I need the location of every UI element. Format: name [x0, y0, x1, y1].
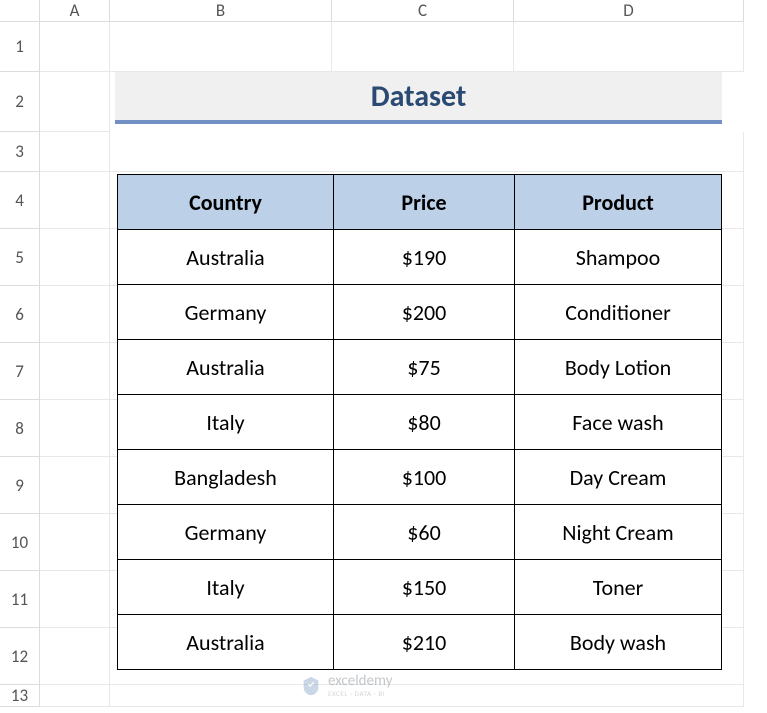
cell-A10[interactable] — [40, 514, 110, 571]
row-header-11[interactable]: 11 — [0, 571, 40, 628]
row-header-3[interactable]: 3 — [0, 132, 40, 172]
table-row: Australia $190 Shampoo — [117, 230, 722, 285]
td-price[interactable]: $75 — [334, 340, 515, 395]
td-price[interactable]: $200 — [334, 285, 515, 340]
row-header-10[interactable]: 10 — [0, 514, 40, 571]
row-header-2[interactable]: 2 — [0, 72, 40, 132]
table-row: Australia $75 Body Lotion — [117, 340, 722, 395]
th-country[interactable]: Country — [117, 174, 334, 230]
td-product[interactable]: Night Cream — [515, 505, 722, 560]
td-country[interactable]: Australia — [117, 615, 334, 670]
row-header-6[interactable]: 6 — [0, 286, 40, 343]
td-product[interactable]: Day Cream — [515, 450, 722, 505]
cell-A12[interactable] — [40, 628, 110, 685]
col-header-B[interactable]: B — [110, 0, 332, 22]
table-row: Italy $80 Face wash — [117, 395, 722, 450]
cell-B13D13[interactable] — [110, 685, 744, 707]
td-price[interactable]: $100 — [334, 450, 515, 505]
td-product[interactable]: Body Lotion — [515, 340, 722, 395]
td-country[interactable]: Australia — [117, 230, 334, 285]
col-header-C[interactable]: C — [332, 0, 514, 22]
td-product[interactable]: Conditioner — [515, 285, 722, 340]
cell-C1[interactable] — [332, 22, 514, 72]
td-country[interactable]: Australia — [117, 340, 334, 395]
col-header-D[interactable]: D — [514, 0, 744, 22]
td-country[interactable]: Germany — [117, 505, 334, 560]
row-header-9[interactable]: 9 — [0, 457, 40, 514]
row-header-13[interactable]: 13 — [0, 685, 40, 707]
td-product[interactable]: Body wash — [515, 615, 722, 670]
cell-B1[interactable] — [110, 22, 332, 72]
table-row: Australia $210 Body wash — [117, 615, 722, 670]
td-price[interactable]: $150 — [334, 560, 515, 615]
td-product[interactable]: Toner — [515, 560, 722, 615]
logo-icon — [300, 675, 322, 697]
cell-A13[interactable] — [40, 685, 110, 707]
row-header-12[interactable]: 12 — [0, 628, 40, 685]
table-row: Germany $60 Night Cream — [117, 505, 722, 560]
td-product[interactable]: Face wash — [515, 395, 722, 450]
table-row: Bangladesh $100 Day Cream — [117, 450, 722, 505]
watermark-name: exceldemy — [328, 674, 392, 689]
td-price[interactable]: $80 — [334, 395, 515, 450]
select-all-corner[interactable] — [0, 0, 40, 22]
col-header-A[interactable]: A — [40, 0, 110, 22]
data-table: Country Price Product Australia $190 Sha… — [117, 174, 722, 670]
cell-A5[interactable] — [40, 229, 110, 286]
cell-A11[interactable] — [40, 571, 110, 628]
row-header-1[interactable]: 1 — [0, 22, 40, 72]
page-title[interactable]: Dataset — [115, 72, 722, 124]
cell-B3D3[interactable] — [110, 132, 744, 172]
watermark: exceldemy EXCEL · DATA · BI — [300, 674, 392, 698]
watermark-sub: EXCEL · DATA · BI — [328, 689, 392, 698]
td-country[interactable]: Italy — [117, 560, 334, 615]
cell-A6[interactable] — [40, 286, 110, 343]
table-row: Italy $150 Toner — [117, 560, 722, 615]
cell-A9[interactable] — [40, 457, 110, 514]
th-product[interactable]: Product — [515, 174, 722, 230]
cell-A4[interactable] — [40, 172, 110, 229]
cell-A1[interactable] — [40, 22, 110, 72]
cell-A8[interactable] — [40, 400, 110, 457]
row-header-5[interactable]: 5 — [0, 229, 40, 286]
row-header-8[interactable]: 8 — [0, 400, 40, 457]
table-header-row: Country Price Product — [117, 174, 722, 230]
td-price[interactable]: $60 — [334, 505, 515, 560]
row-header-7[interactable]: 7 — [0, 343, 40, 400]
cell-A7[interactable] — [40, 343, 110, 400]
td-country[interactable]: Italy — [117, 395, 334, 450]
td-price[interactable]: $190 — [334, 230, 515, 285]
table-row: Germany $200 Conditioner — [117, 285, 722, 340]
td-country[interactable]: Bangladesh — [117, 450, 334, 505]
td-country[interactable]: Germany — [117, 285, 334, 340]
cell-A2[interactable] — [40, 72, 110, 132]
td-product[interactable]: Shampoo — [515, 230, 722, 285]
cell-D1[interactable] — [514, 22, 744, 72]
cell-A3[interactable] — [40, 132, 110, 172]
td-price[interactable]: $210 — [334, 615, 515, 670]
row-header-4[interactable]: 4 — [0, 172, 40, 229]
th-price[interactable]: Price — [334, 174, 515, 230]
